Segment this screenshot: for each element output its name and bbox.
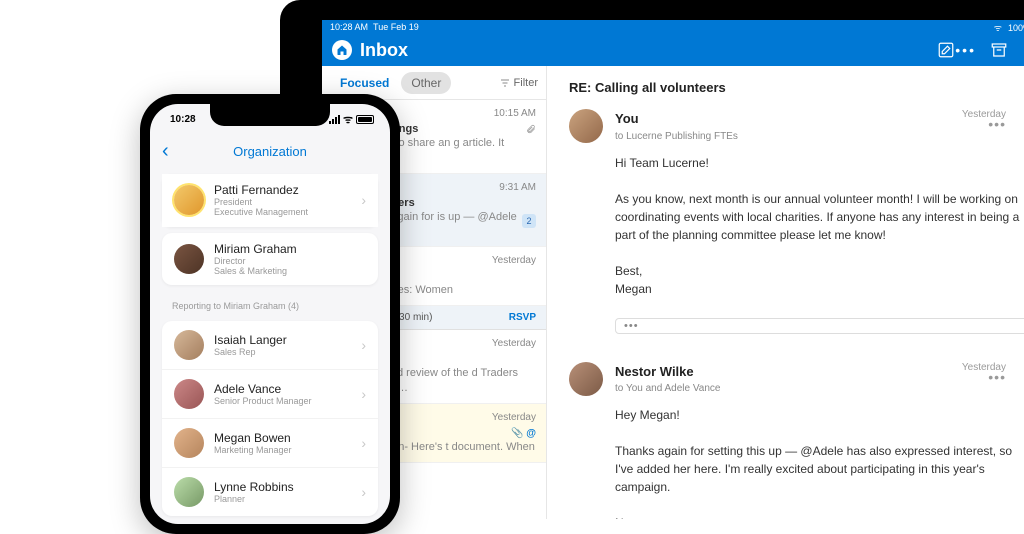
attachment-icon [526,124,536,134]
filter-button[interactable]: Filter [499,77,538,89]
avatar [569,109,603,143]
person-row[interactable]: Adele VanceSenior Product Manager › [162,370,378,419]
avatar [174,379,204,409]
signal-icon [329,115,340,124]
archive-icon[interactable] [990,41,1008,59]
chevron-right-icon: › [361,192,366,208]
reading-pane: RE: Calling all volunteers Yesterday •••… [547,66,1024,519]
tablet-screen: 10:28 AM Tue Feb 19 ᯤ100%▮ Inbox ••• Foc… [322,20,1024,519]
phone-notch [210,104,330,126]
section-label: Miriam Graham also works with [150,522,390,524]
phone-screen: 10:28 ᯤ ‹ Organization Patti FernandezPr… [150,104,390,524]
chevron-right-icon: › [361,386,366,402]
email-more-icon[interactable]: ••• [962,373,1006,381]
person-row[interactable]: Lynne RobbinsPlanner › [162,468,378,516]
mention-icon: @ [526,428,536,439]
count-badge: 2 [522,214,536,228]
chevron-right-icon: › [361,435,366,451]
chevron-right-icon: › [361,484,366,500]
email-to: to Lucerne Publishing FTEs [615,129,1024,144]
back-button[interactable]: ‹ [162,141,169,161]
battery-icon [356,115,374,124]
filter-icon [499,77,511,89]
email-message[interactable]: Yesterday ••• Nestor Wilke to You and Ad… [569,362,1024,520]
more-icon[interactable]: ••• [955,42,976,58]
phone-nav-bar: ‹ Organization [150,134,390,168]
person-row[interactable]: Isaiah LangerSales Rep › [162,321,378,370]
status-time: 10:28 AM [330,22,368,32]
chevron-right-icon: › [361,337,366,353]
avatar [174,244,204,274]
rsvp-button[interactable]: RSVP [509,312,536,323]
page-title: Organization [233,144,307,159]
avatar [174,330,204,360]
app-header: Inbox ••• [322,34,1024,66]
person-row[interactable]: Megan BowenMarketing Manager › [162,419,378,468]
tab-focused[interactable]: Focused [330,72,399,94]
compose-icon[interactable] [937,41,955,59]
tablet-status-bar: 10:28 AM Tue Feb 19 ᯤ100%▮ [322,20,1024,34]
email-body: Hi Team Lucerne! As you know, next month… [615,154,1024,298]
avatar [174,185,204,215]
manager-card: Miriam GrahamDirector Sales & Marketing [162,233,378,286]
person-row[interactable]: Patti FernandezPresident Executive Manag… [162,174,378,227]
expand-thread-button[interactable]: ••• [615,318,1024,334]
avatar [174,477,204,507]
email-message[interactable]: Yesterday ••• You to Lucerne Publishing … [569,109,1024,316]
wifi-icon: ᯤ [994,23,1002,33]
attachment-icon: 📎 [511,428,523,439]
email-body: Hey Megan! Thanks again for setting this… [615,406,1024,519]
reports-card: Isaiah LangerSales Rep › Adele VanceSeni… [162,321,378,516]
phone-device: 10:28 ᯤ ‹ Organization Patti FernandezPr… [140,94,400,534]
battery-pct: 100% [1008,23,1024,33]
section-label: Reporting to Miriam Graham (4) [150,291,390,315]
status-time: 10:28 [170,114,196,125]
wifi-icon: ᯤ [343,112,353,127]
email-more-icon[interactable]: ••• [962,120,1006,128]
avatar [569,362,603,396]
home-icon[interactable] [332,40,352,60]
person-row[interactable]: Miriam GrahamDirector Sales & Marketing [162,233,378,286]
avatar [174,428,204,458]
featured-card: Patti FernandezPresident Executive Manag… [162,174,378,227]
email-to: to You and Adele Vance [615,381,1024,396]
inbox-title: Inbox [360,40,937,61]
status-date: Tue Feb 19 [373,22,419,32]
tab-other[interactable]: Other [401,72,451,94]
reading-subject: RE: Calling all volunteers [569,80,1024,95]
